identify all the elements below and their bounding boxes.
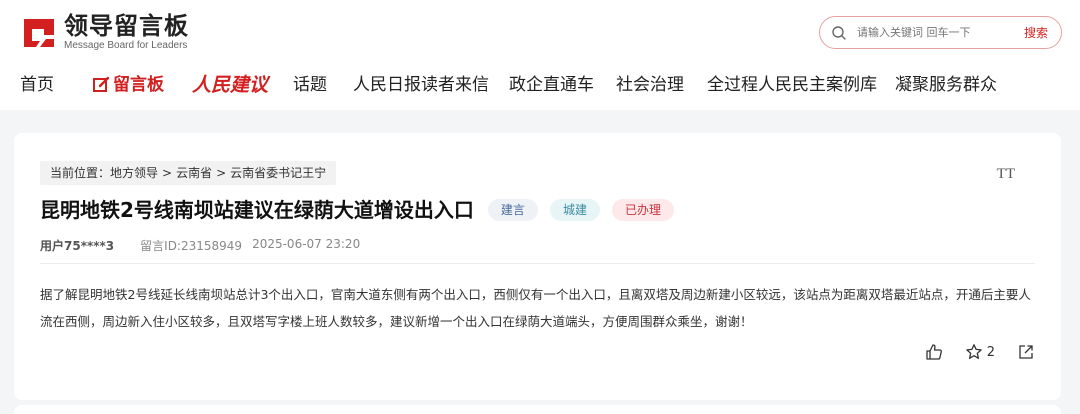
site-logo[interactable]: 领导留言板 Message Board for Leaders (20, 14, 189, 52)
star-icon (965, 343, 983, 361)
nav-item-people-suggestion[interactable]: 人民建议 (192, 70, 268, 101)
breadcrumb-label: 当前位置： (50, 166, 111, 180)
divider (40, 263, 1035, 264)
nav-item-reader-letters[interactable]: 人民日报读者来信 (353, 70, 489, 100)
top-header: 领导留言板 Message Board for Leaders 搜索 首页 留言… (0, 0, 1080, 110)
nav-item-people-suggestion-label: 人民建议 (192, 74, 269, 96)
breadcrumb-item[interactable]: 云南省委书记王宁 (230, 161, 326, 185)
main-nav: 首页 留言板 人民建议 话题 人民日报读者来信 政企直通车 社会治理 全过程人民… (0, 70, 1080, 100)
breadcrumb-item[interactable]: 地方领导 (110, 161, 158, 185)
nav-item-social-governance[interactable]: 社会治理 (616, 70, 684, 100)
message-title: 昆明地铁2号线南坝站建议在绿荫大道增设出入口 (40, 198, 474, 222)
message-meta: 用户75****3 留言ID:23158949 2025-06-07 23:20 (40, 237, 360, 254)
search-input[interactable] (857, 26, 1007, 39)
type-badge: 建言 (487, 199, 538, 221)
nav-item-message-board-label: 留言板 (113, 75, 164, 95)
nav-item-gov-enterprise[interactable]: 政企直通车 (509, 70, 594, 100)
message-body: 据了解昆明地铁2号线延长线南坝站总计3个出入口，官南大道东侧有两个出入口，西侧仅… (40, 287, 1031, 329)
logo-subtitle: Message Board for Leaders (64, 40, 188, 51)
breadcrumb: 当前位置： 地方领导 > 云南省 > 云南省委书记王宁 (40, 161, 337, 185)
nav-item-message-board[interactable]: 留言板 (92, 70, 164, 100)
message-actions: 2 (903, 343, 1035, 361)
title-row: 昆明地铁2号线南坝站建议在绿荫大道增设出入口 建言 城建 已办理 (40, 195, 674, 225)
nav-item-serve-masses[interactable]: 凝聚服务群众 (895, 70, 997, 100)
share-icon (1017, 343, 1035, 361)
nav-item-democracy-cases[interactable]: 全过程人民民主案例库 (707, 70, 877, 100)
search-button[interactable]: 搜索 (1024, 24, 1048, 41)
edit-icon (92, 76, 110, 94)
author-name: 用户75****3 (40, 239, 115, 253)
logo-mark-icon (20, 15, 58, 51)
search-icon (831, 25, 847, 41)
nav-item-home[interactable]: 首页 (20, 70, 54, 100)
favorite-count: 2 (986, 344, 995, 360)
like-button[interactable] (925, 343, 943, 361)
message-card: 当前位置： 地方领导 > 云南省 > 云南省委书记王宁 TT 昆明地铁2号线南坝… (14, 133, 1061, 400)
search-box: 搜索 (819, 16, 1062, 49)
status-badge: 已办理 (611, 199, 674, 221)
next-card (14, 405, 1061, 414)
message-datetime: 2025-06-07 23:20 (252, 237, 361, 251)
favorite-button[interactable]: 2 (965, 343, 995, 361)
breadcrumb-separator: > (216, 166, 227, 180)
breadcrumb-separator: > (162, 166, 173, 180)
domain-badge: 城建 (549, 199, 600, 221)
font-size-icon[interactable]: TT (997, 166, 1015, 183)
message-id: 留言ID:23158949 (140, 239, 243, 253)
share-button[interactable] (1017, 343, 1035, 361)
thumbs-up-icon (925, 343, 943, 361)
logo-title: 领导留言板 (64, 12, 189, 40)
nav-item-topics[interactable]: 话题 (293, 70, 327, 100)
breadcrumb-item[interactable]: 云南省 (176, 161, 212, 185)
